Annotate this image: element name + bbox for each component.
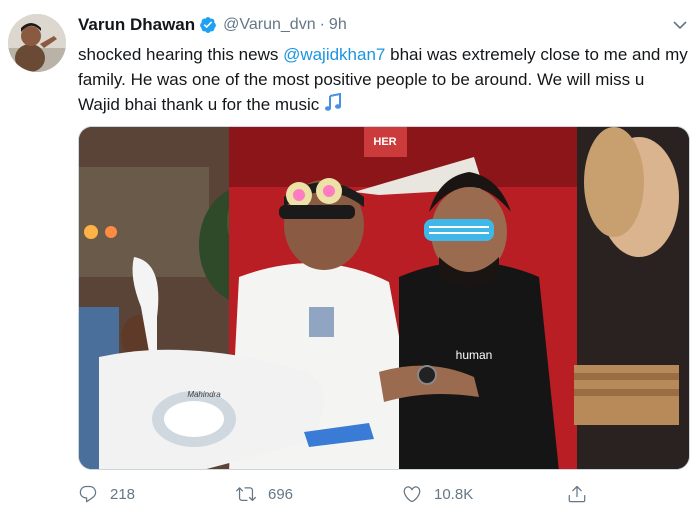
avatar[interactable] bbox=[8, 14, 66, 72]
tweet: Varun Dhawan @Varun_dvn · 9h shocked hea… bbox=[0, 0, 700, 512]
tweet-text-part1: shocked hearing this news bbox=[78, 45, 284, 64]
sign-text: HER bbox=[373, 136, 396, 148]
tweet-photo[interactable]: HER human Mahindra bbox=[78, 126, 690, 470]
reply-button[interactable]: 218 bbox=[78, 480, 135, 508]
retweet-icon bbox=[236, 487, 256, 502]
retweet-count: 696 bbox=[268, 485, 294, 503]
tweet-text: shocked hearing this news @wajidkhan7 bh… bbox=[78, 42, 690, 120]
tweet-actions: 218 696 10.8K bbox=[78, 480, 598, 508]
author-handle[interactable]: @Varun_dvn bbox=[223, 16, 315, 34]
reply-icon bbox=[79, 485, 97, 503]
retweet-button[interactable]: 696 bbox=[236, 480, 293, 508]
scooter-brand-text: Mahindra bbox=[187, 390, 221, 399]
like-icon bbox=[403, 486, 421, 503]
photo-scene: HER human Mahindra bbox=[79, 127, 689, 469]
share-icon bbox=[568, 485, 586, 503]
verified-badge-icon bbox=[199, 16, 217, 34]
music-note-icon bbox=[323, 92, 343, 120]
avatar-image bbox=[8, 14, 66, 72]
tweet-timestamp[interactable]: 9h bbox=[329, 16, 347, 34]
mention-link[interactable]: @wajidkhan7 bbox=[283, 45, 385, 64]
like-button[interactable]: 10.8K bbox=[402, 480, 473, 508]
tweet-header: Varun Dhawan @Varun_dvn · 9h bbox=[78, 14, 347, 36]
like-count: 10.8K bbox=[434, 485, 474, 503]
author-display-name[interactable]: Varun Dhawan bbox=[78, 15, 195, 35]
separator-dot: · bbox=[319, 16, 325, 33]
chevron-down-icon[interactable] bbox=[672, 17, 688, 33]
shirt-text: human bbox=[456, 348, 493, 362]
share-button[interactable] bbox=[567, 480, 587, 508]
reply-count: 218 bbox=[110, 485, 136, 503]
